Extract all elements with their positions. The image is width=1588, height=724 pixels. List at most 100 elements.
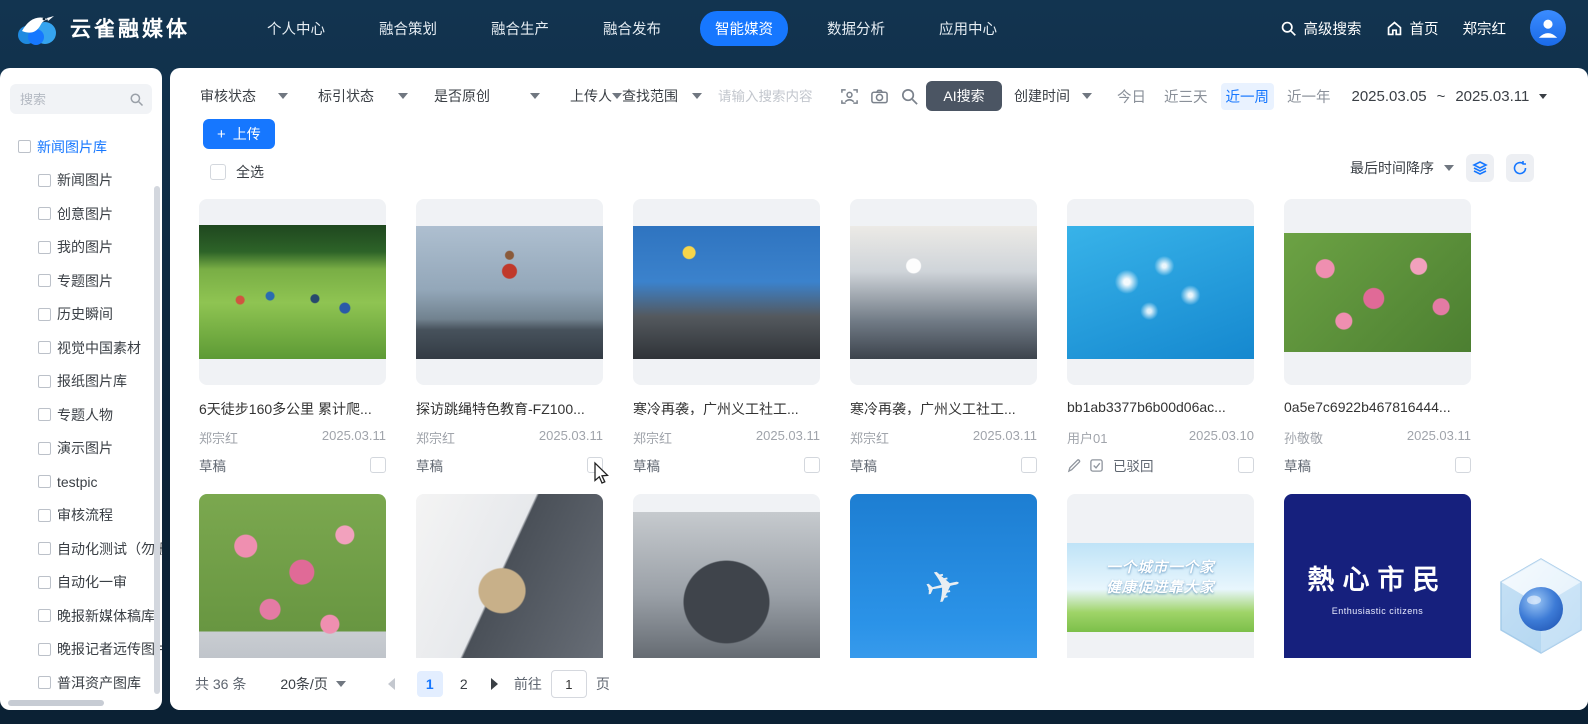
nav-item[interactable]: 个人中心 bbox=[252, 11, 340, 46]
card-image-container[interactable] bbox=[850, 494, 1037, 680]
card-image-container[interactable] bbox=[199, 494, 386, 680]
tree-expander-icon[interactable] bbox=[38, 609, 51, 622]
sidebar-tree-item[interactable]: 自动化一审 bbox=[0, 566, 162, 600]
sidebar-tree-item[interactable]: 报纸图片库 bbox=[0, 365, 162, 399]
tree-expander-icon[interactable] bbox=[38, 509, 51, 522]
sidebar-tree-item[interactable]: 我的图片 bbox=[0, 231, 162, 265]
card-checkbox[interactable] bbox=[1238, 457, 1254, 473]
checked-box-icon[interactable] bbox=[1089, 458, 1104, 473]
edit-icon[interactable] bbox=[1067, 458, 1082, 473]
select-all-checkbox[interactable] bbox=[210, 164, 226, 180]
quick-range-option[interactable]: 近一周 bbox=[1221, 83, 1275, 110]
tree-expander-icon[interactable] bbox=[38, 542, 51, 555]
card-title[interactable]: 0a5e7c6922b467816444... bbox=[1284, 399, 1471, 415]
sidebar-tree-item[interactable]: 新闻图片库 bbox=[0, 130, 162, 164]
card-image-container[interactable]: 熱心市民 Enthusiastic citizens bbox=[1284, 494, 1471, 680]
tree-expander-icon[interactable] bbox=[38, 274, 51, 287]
tree-expander-icon[interactable] bbox=[38, 676, 51, 689]
search-scope-dropdown[interactable]: 查找范围 bbox=[622, 86, 702, 106]
page-size-dropdown[interactable]: 20条/页 bbox=[280, 674, 345, 694]
page-number[interactable]: 1 bbox=[417, 671, 443, 697]
card-image-container[interactable] bbox=[1067, 199, 1254, 385]
tree-expander-icon[interactable] bbox=[38, 643, 51, 656]
card-image-container[interactable]: 一个城市一个家 健康促进靠大家 bbox=[1067, 494, 1254, 680]
search-icon[interactable] bbox=[900, 87, 919, 106]
tree-expander-icon[interactable] bbox=[38, 475, 51, 488]
tree-expander-icon[interactable] bbox=[38, 375, 51, 388]
sidebar-tree-item[interactable]: 晚报记者远传图片 bbox=[0, 633, 162, 667]
card-title[interactable]: 寒冷再袭，广州义工社工... bbox=[633, 399, 820, 415]
upload-button[interactable]: 上传 bbox=[203, 119, 275, 149]
sort-dropdown[interactable]: 最后时间降序 bbox=[1350, 158, 1454, 178]
sidebar-tree-item[interactable]: 晚报新媒体稿库 bbox=[0, 599, 162, 633]
card-image-container[interactable] bbox=[633, 199, 820, 385]
tree-expander-icon[interactable] bbox=[18, 140, 31, 153]
tree-expander-icon[interactable] bbox=[38, 241, 51, 254]
card-image-container[interactable] bbox=[416, 494, 603, 680]
sidebar-horizontal-scrollbar[interactable] bbox=[8, 700, 104, 706]
card-image-container[interactable] bbox=[850, 199, 1037, 385]
card-image-container[interactable] bbox=[633, 494, 820, 680]
filter-dropdown[interactable]: 是否原创 bbox=[434, 86, 540, 106]
prev-page-button[interactable] bbox=[388, 678, 395, 690]
time-field-dropdown[interactable]: 创建时间 bbox=[1014, 86, 1092, 106]
sidebar-tree-item[interactable]: 自动化测试（勿删 bbox=[0, 532, 162, 566]
filter-dropdown[interactable]: 上传人 bbox=[570, 86, 622, 106]
tree-expander-icon[interactable] bbox=[38, 207, 51, 220]
card-checkbox[interactable] bbox=[587, 457, 603, 473]
card-title[interactable]: bb1ab3377b6b00d06ac... bbox=[1067, 399, 1254, 415]
sidebar-tree-item[interactable]: 视觉中国素材 bbox=[0, 331, 162, 365]
card-checkbox[interactable] bbox=[370, 457, 386, 473]
card-image-container[interactable] bbox=[199, 199, 386, 385]
sidebar-vertical-scrollbar[interactable] bbox=[154, 186, 160, 694]
tree-expander-icon[interactable] bbox=[38, 408, 51, 421]
nav-item[interactable]: 数据分析 bbox=[812, 11, 900, 46]
card-checkbox[interactable] bbox=[1021, 457, 1037, 473]
sidebar-tree-item[interactable]: 普洱资产图库 bbox=[0, 666, 162, 700]
home-link[interactable]: 首页 bbox=[1386, 18, 1439, 39]
quick-range-option[interactable]: 近一年 bbox=[1282, 83, 1336, 110]
nav-item[interactable]: 融合生产 bbox=[476, 11, 564, 46]
sidebar-tree-item[interactable]: 历史瞬间 bbox=[0, 298, 162, 332]
nav-item[interactable]: 智能媒资 bbox=[700, 11, 788, 46]
card-checkbox[interactable] bbox=[804, 457, 820, 473]
page-number[interactable]: 2 bbox=[451, 671, 477, 697]
refresh-button[interactable] bbox=[1506, 154, 1534, 182]
card-title[interactable]: 6天徒步160多公里 累计爬... bbox=[199, 399, 386, 415]
sidebar-tree-item[interactable]: 审核流程 bbox=[0, 499, 162, 533]
card-image-container[interactable] bbox=[416, 199, 603, 385]
nav-item[interactable]: 应用中心 bbox=[924, 11, 1012, 46]
card-title[interactable]: 探访跳绳特色教育-FZ100... bbox=[416, 399, 603, 415]
assistant-cube-widget[interactable] bbox=[1494, 551, 1588, 661]
goto-page-input[interactable] bbox=[551, 670, 587, 698]
card-image-container[interactable] bbox=[1284, 199, 1471, 385]
quick-range-option[interactable]: 近三天 bbox=[1159, 83, 1213, 110]
ai-search-button[interactable]: AI搜索 bbox=[926, 81, 1002, 111]
card-title[interactable]: 寒冷再袭，广州义工社工... bbox=[850, 399, 1037, 415]
search-input[interactable] bbox=[716, 88, 838, 105]
sidebar-tree-item[interactable]: 创意图片 bbox=[0, 197, 162, 231]
tree-expander-icon[interactable] bbox=[38, 442, 51, 455]
sidebar-tree-item[interactable]: 专题人物 bbox=[0, 398, 162, 432]
sidebar-tree-item[interactable]: 演示图片 bbox=[0, 432, 162, 466]
camera-search-icon[interactable] bbox=[870, 87, 889, 106]
face-search-icon[interactable] bbox=[840, 87, 859, 106]
tree-expander-icon[interactable] bbox=[38, 341, 51, 354]
avatar[interactable] bbox=[1530, 10, 1566, 46]
layout-layers-button[interactable] bbox=[1466, 154, 1494, 182]
date-range-picker[interactable]: 2025.03.05 ~ 2025.03.11 bbox=[1352, 88, 1548, 105]
advanced-search-link[interactable]: 高级搜索 bbox=[1280, 18, 1362, 39]
nav-item[interactable]: 融合策划 bbox=[364, 11, 452, 46]
username[interactable]: 郑宗红 bbox=[1463, 18, 1507, 39]
sidebar-tree-item[interactable]: testpic bbox=[0, 465, 162, 499]
next-page-button[interactable] bbox=[491, 678, 498, 690]
nav-item[interactable]: 融合发布 bbox=[588, 11, 676, 46]
quick-range-option[interactable]: 今日 bbox=[1112, 83, 1151, 110]
tree-expander-icon[interactable] bbox=[38, 174, 51, 187]
filter-dropdown[interactable]: 标引状态 bbox=[318, 86, 408, 106]
tree-expander-icon[interactable] bbox=[38, 576, 51, 589]
sidebar-tree-item[interactable]: 专题图片 bbox=[0, 264, 162, 298]
card-checkbox[interactable] bbox=[1455, 457, 1471, 473]
tree-expander-icon[interactable] bbox=[38, 308, 51, 321]
filter-dropdown[interactable]: 审核状态 bbox=[200, 86, 288, 106]
